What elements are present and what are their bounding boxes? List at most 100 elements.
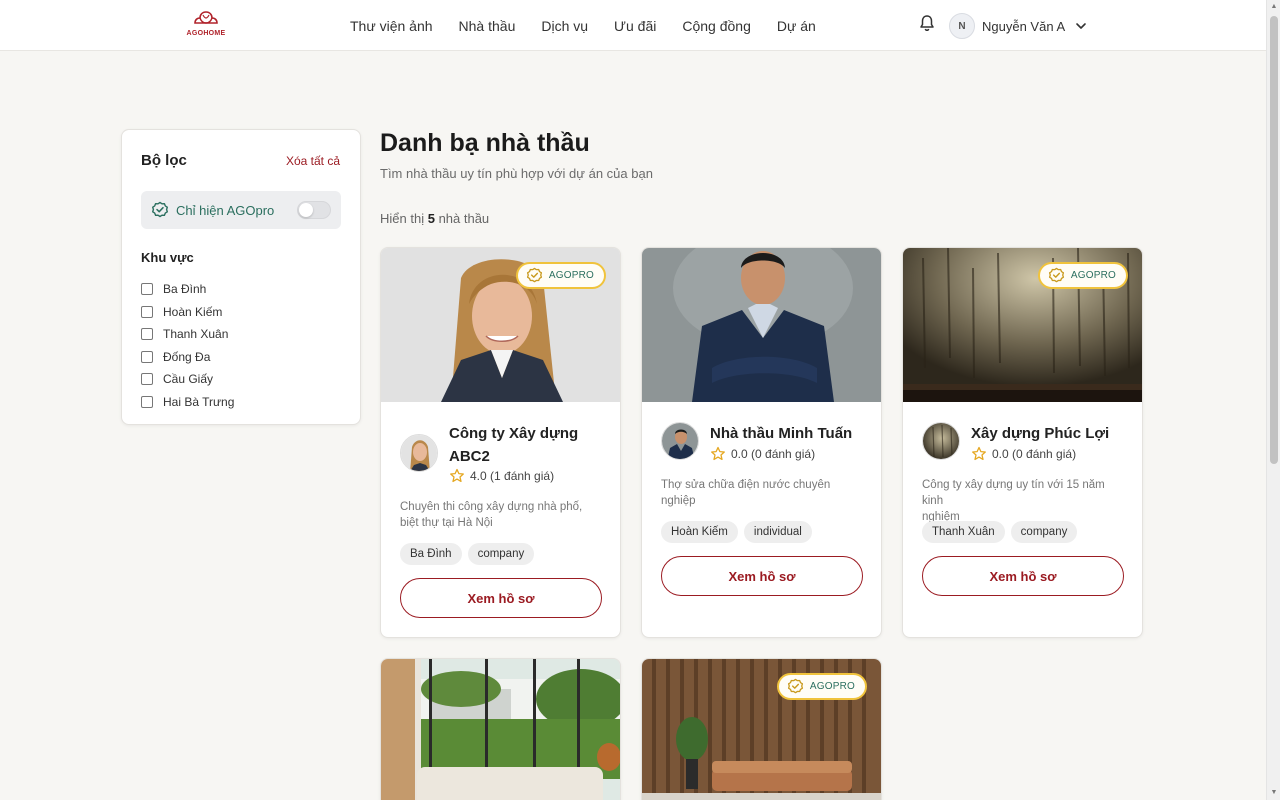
contractor-rating: 4.0 (1 đánh giá) <box>449 468 554 484</box>
district-tag: Hoàn Kiếm <box>661 521 738 543</box>
contractor-rating: 0.0 (0 đánh giá) <box>710 446 815 462</box>
top-header: AGOHOME Thư viện ảnh Nhà thầu Dịch vụ Ưu… <box>0 0 1266 51</box>
description-line: Chuyên thi công xây dựng nhà phố, <box>400 501 583 513</box>
scroll-down-arrow-icon[interactable]: ▼ <box>1270 789 1278 797</box>
area-filter-title: Khu vực <box>141 250 194 265</box>
area-checkbox[interactable] <box>141 328 153 341</box>
rating-text: 0.0 (0 đánh giá) <box>992 447 1077 461</box>
agohome-logo[interactable]: AGOHOME <box>184 9 228 43</box>
area-label: Thanh Xuân <box>163 327 229 342</box>
contractor-name[interactable]: Nhà thầu Minh Tuấn <box>710 422 852 445</box>
living-room-window-image <box>381 659 620 800</box>
verified-badge-icon <box>1048 267 1064 283</box>
type-tag: company <box>467 543 535 565</box>
contractor-description: Chuyên thi công xây dựng nhà phố, biệt t… <box>400 499 601 531</box>
bell-icon[interactable] <box>918 14 936 32</box>
contractor-description: Thợ sửa chữa điện nước chuyên nghiệp <box>661 477 862 509</box>
user-menu[interactable]: N Nguyễn Văn A <box>949 13 1087 39</box>
description-line: biệt thự tại Hà Nội <box>400 517 493 529</box>
logo-text: AGOHOME <box>186 30 226 37</box>
count-number: 5 <box>427 211 435 226</box>
switch-knob <box>299 203 313 217</box>
contractor-avatar-image <box>923 423 959 459</box>
area-checkbox[interactable] <box>141 350 153 363</box>
area-checkbox[interactable] <box>141 395 153 408</box>
contractor-name[interactable]: Công ty Xây dựng ABC2 <box>449 422 578 468</box>
area-label: Hai Bà Trưng <box>163 394 235 409</box>
view-profile-button[interactable]: Xem hồ sơ <box>661 556 863 596</box>
contractor-tags: Thanh Xuân company <box>922 521 1083 543</box>
description-line: nghiệp <box>661 495 696 507</box>
agopro-badge: AGOPRO <box>776 673 867 700</box>
area-option-thanh-xuan[interactable]: Thanh Xuân <box>141 323 234 346</box>
view-profile-button[interactable]: Xem hồ sơ <box>922 556 1124 596</box>
user-avatar: N <box>949 13 975 39</box>
type-tag: individual <box>743 521 812 543</box>
contractor-cover-image[interactable]: AGOPRO <box>381 248 620 402</box>
nav-item-services[interactable]: Dịch vụ <box>541 18 588 34</box>
contractor-cover-image[interactable]: AGOPRO <box>903 248 1142 402</box>
contractor-card[interactable]: AGOPRO <box>641 658 882 800</box>
star-icon <box>972 446 986 461</box>
area-checkbox[interactable] <box>141 305 153 318</box>
contractor-name-line: ABC2 <box>449 448 490 465</box>
district-tag: Thanh Xuân <box>922 521 1005 543</box>
area-checkbox[interactable] <box>141 283 153 296</box>
contractor-name-line: Xây dựng Phúc Lợi <box>971 425 1110 442</box>
contractor-rating: 0.0 (0 đánh giá) <box>971 446 1076 462</box>
description-line: Công ty xây dựng uy tín với 15 năm kinh <box>922 479 1105 507</box>
nav-item-projects[interactable]: Dự án <box>777 18 816 34</box>
agopro-badge: AGOPRO <box>1037 262 1128 289</box>
nav-item-gallery[interactable]: Thư viện ảnh <box>350 18 433 34</box>
area-label: Ba Đình <box>163 282 207 297</box>
area-option-dong-da[interactable]: Đống Đa <box>141 346 234 369</box>
agopro-switch[interactable] <box>297 201 331 219</box>
area-label: Hoàn Kiếm <box>163 304 223 319</box>
agopro-badge: AGOPRO <box>515 262 606 289</box>
page-subtitle: Tìm nhà thầu uy tín phù hợp với dự án củ… <box>380 166 653 181</box>
contractor-card[interactable]: Nhà thầu Minh Tuấn 0.0 (0 đánh giá) Thợ … <box>641 247 882 638</box>
contractor-name[interactable]: Xây dựng Phúc Lợi <box>971 422 1109 445</box>
nav-item-deals[interactable]: Ưu đãi <box>614 18 656 34</box>
contractor-description: Công ty xây dựng uy tín với 15 năm kinh … <box>922 477 1123 525</box>
area-label: Đống Đa <box>163 349 211 364</box>
count-prefix: Hiển thị <box>380 211 425 226</box>
rating-text: 4.0 (1 đánh giá) <box>470 469 555 483</box>
agopro-badge-label: AGOPRO <box>809 681 855 692</box>
count-suffix: nhà thầu <box>438 211 490 226</box>
verified-badge-icon <box>787 678 803 694</box>
rating-text: 0.0 (0 đánh giá) <box>731 447 816 461</box>
scroll-thumb[interactable] <box>1270 16 1278 464</box>
type-tag: company <box>1010 521 1078 543</box>
contractor-cover-image[interactable]: AGOPRO <box>642 659 881 800</box>
contractor-card[interactable]: AGOPRO Công ty Xây dựng ABC2 4.0 (1 đánh… <box>380 247 621 638</box>
chevron-down-icon[interactable] <box>1075 20 1087 32</box>
agopro-filter-toggle[interactable]: Chỉ hiện AGOpro <box>141 191 341 229</box>
area-checkbox-list: Ba Đình Hoàn Kiếm Thanh Xuân Đống Đa Cầu… <box>141 278 234 413</box>
man-portrait-image <box>642 248 881 402</box>
area-option-ba-dinh[interactable]: Ba Đình <box>141 278 234 301</box>
user-name: Nguyễn Văn A <box>982 18 1066 34</box>
area-option-hoan-kiem[interactable]: Hoàn Kiếm <box>141 301 234 324</box>
contractor-cover-image[interactable] <box>381 659 620 800</box>
contractor-card[interactable]: AGOPRO Xây dựng Phúc Lợi 0.0 (0 đánh giá… <box>902 247 1143 638</box>
contractor-tags: Hoàn Kiếm individual <box>661 521 818 543</box>
clear-all-link[interactable]: Xóa tất cả <box>286 154 340 168</box>
area-option-hai-ba-trung[interactable]: Hai Bà Trưng <box>141 391 234 414</box>
area-checkbox[interactable] <box>141 373 153 386</box>
page-title: Danh bạ nhà thầu <box>380 129 590 157</box>
agopro-badge-label: AGOPRO <box>1070 270 1116 281</box>
area-option-cau-giay[interactable]: Cầu Giấy <box>141 368 234 391</box>
contractor-card[interactable] <box>380 658 621 800</box>
contractor-cover-image[interactable] <box>642 248 881 402</box>
view-profile-button[interactable]: Xem hồ sơ <box>400 578 602 618</box>
main-nav: Thư viện ảnh Nhà thầu Dịch vụ Ưu đãi Cộn… <box>350 0 842 51</box>
contractor-tags: Ba Đình company <box>400 543 540 565</box>
page-scrollbar[interactable]: ▲ ▼ <box>1266 0 1280 800</box>
contractor-avatar-image <box>662 423 698 459</box>
verified-badge-icon <box>152 201 168 218</box>
contractor-name-line: Nhà thầu Minh Tuấn <box>710 425 853 442</box>
nav-item-contractors[interactable]: Nhà thầu <box>459 18 516 34</box>
scroll-up-arrow-icon[interactable]: ▲ <box>1270 3 1278 11</box>
nav-item-community[interactable]: Cộng đồng <box>682 18 751 34</box>
